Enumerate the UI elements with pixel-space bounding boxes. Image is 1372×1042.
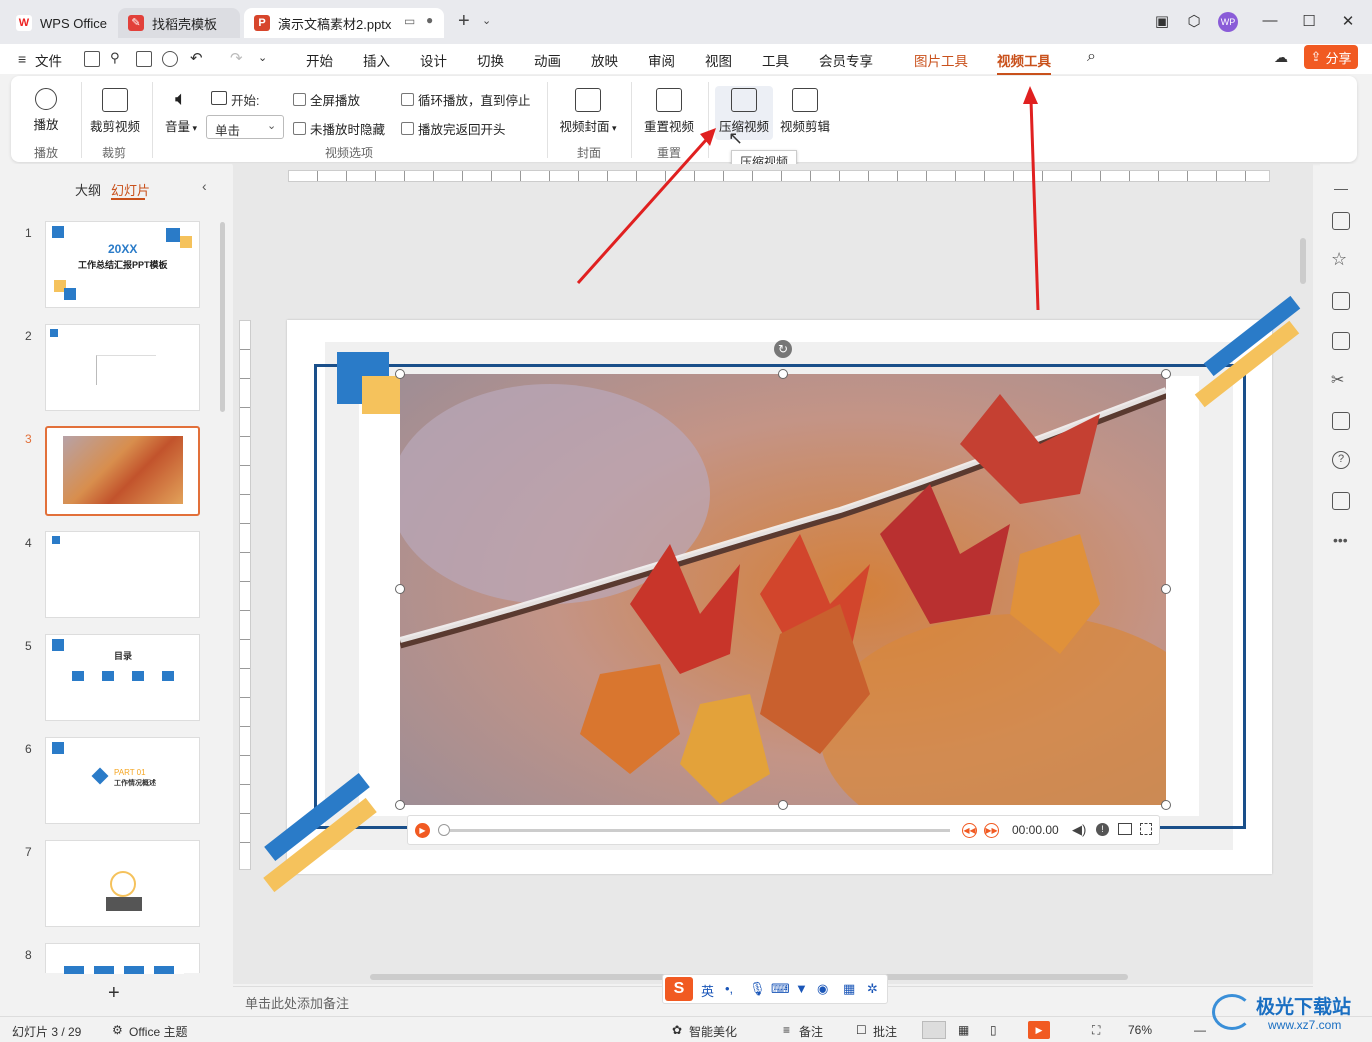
normal-view-icon[interactable] <box>922 1021 946 1039</box>
comments-button[interactable]: 批注 <box>873 1023 897 1040</box>
arrow-head <box>1023 86 1038 104</box>
beautify-button[interactable]: 智能美化 <box>689 1023 737 1040</box>
annotation-arrows <box>576 86 1040 311</box>
reading-view-icon[interactable]: ▯ <box>990 1023 997 1037</box>
fit-icon[interactable]: ⛶ <box>1092 1023 1100 1038</box>
grid-view-icon[interactable]: ▦ <box>958 1023 969 1037</box>
status-bar: 幻灯片 3 / 29 ⚙ Office 主题 ✿ 智能美化 ≡ 备注 ☐ 批注 … <box>0 1016 1372 1042</box>
notes-button[interactable]: 备注 <box>799 1023 823 1040</box>
watermark: 极光下载站 www.xz7.com <box>1212 990 1370 1038</box>
notes-icon: ≡ <box>783 1023 791 1037</box>
beautify-icon: ✿ <box>672 1023 683 1037</box>
zoom-out-icon[interactable]: — <box>1194 1023 1206 1037</box>
watermark-url: www.xz7.com <box>1268 1018 1342 1032</box>
theme-name[interactable]: Office 主题 <box>129 1023 187 1040</box>
comment-icon: ☐ <box>856 1023 867 1037</box>
theme-icon: ⚙ <box>112 1023 123 1037</box>
watermark-logo-icon <box>1212 994 1252 1030</box>
slide-counter: 幻灯片 3 / 29 <box>12 1025 82 1039</box>
zoom-level[interactable]: 76% <box>1128 1023 1152 1037</box>
slideshow-icon[interactable]: ▶ <box>1028 1021 1050 1039</box>
watermark-text: 极光下载站 <box>1256 997 1352 1018</box>
